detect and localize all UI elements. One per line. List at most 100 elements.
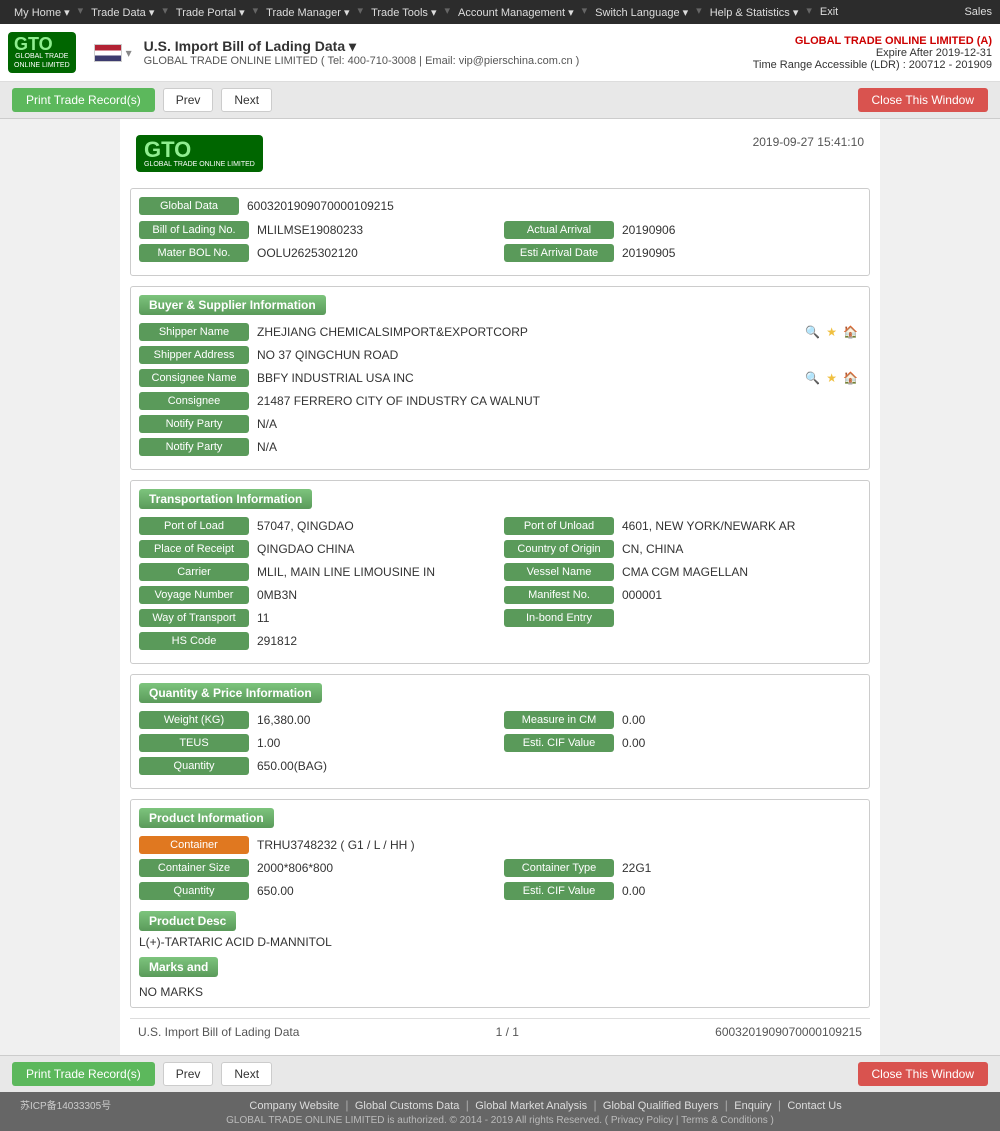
actual-arrival-label: Actual Arrival [504, 221, 614, 239]
product-info-section: Product Information Container TRHU374823… [130, 799, 870, 1008]
carrier-group: Carrier MLIL, MAIN LINE LIMOUSINE IN [139, 563, 496, 581]
nav-tradeportal[interactable]: Trade Portal ▾ [170, 4, 251, 21]
weight-measure-row: Weight (KG) 16,380.00 Measure in CM 0.00 [139, 711, 861, 729]
container-type-group: Container Type 22G1 [504, 859, 861, 877]
close-button-bottom[interactable]: Close This Window [858, 1062, 988, 1086]
quantity-row: Quantity 650.00(BAG) [139, 757, 861, 775]
prev-button-top[interactable]: Prev [163, 88, 214, 112]
footer-copyright: GLOBAL TRADE ONLINE LIMITED is authorize… [20, 1115, 980, 1126]
notify-party-label1: Notify Party [139, 415, 249, 433]
vessel-name-label: Vessel Name [504, 563, 614, 581]
country-of-origin-label: Country of Origin [504, 540, 614, 558]
prev-button-bottom[interactable]: Prev [163, 1062, 214, 1086]
consignee-search-icon[interactable]: 🔍 [805, 371, 820, 385]
notify-party-value2: N/A [257, 440, 861, 454]
footer-link-contact[interactable]: Contact Us [787, 1100, 841, 1112]
record-footer-page: 1 / 1 [496, 1025, 519, 1039]
beian: 苏ICP备14033305号 [20, 1097, 111, 1112]
print-button-bottom[interactable]: Print Trade Record(s) [12, 1062, 155, 1086]
shipper-search-icon[interactable]: 🔍 [805, 325, 820, 339]
quantity-price-section: Quantity & Price Information Weight (KG)… [130, 674, 870, 789]
bol-no-group: Bill of Lading No. MLILMSE19080233 [139, 221, 496, 239]
next-button-bottom[interactable]: Next [221, 1062, 272, 1086]
record-footer-right: 6003201909070000109215 [715, 1025, 862, 1039]
shipper-name-value: ZHEJIANG CHEMICALSIMPORT&EXPORTCORP [257, 325, 796, 339]
mater-bol-label: Mater BOL No. [139, 244, 249, 262]
shipper-icons: 🔍 ★ 🏠 [802, 325, 861, 339]
footer-link-company[interactable]: Company Website [249, 1100, 339, 1112]
transport-inbond-row: Way of Transport 11 In-bond Entry [139, 609, 861, 627]
shipper-name-row: Shipper Name ZHEJIANG CHEMICALSIMPORT&EX… [139, 323, 861, 341]
header: GTO GLOBAL TRADEONLINE LIMITED ▾ U.S. Im… [0, 24, 1000, 82]
quantity-label: Quantity [139, 757, 249, 775]
next-button-top[interactable]: Next [221, 88, 272, 112]
logo: GTO GLOBAL TRADEONLINE LIMITED [8, 32, 76, 73]
us-flag [94, 44, 122, 62]
time-range: Time Range Accessible (LDR) : 200712 - 2… [753, 59, 992, 71]
product-desc-label: Product Desc [139, 911, 236, 931]
nav-menu: My Home ▾ ▾ Trade Data ▾ ▾ Trade Portal … [8, 4, 844, 21]
consignee-star-icon[interactable]: ★ [826, 371, 837, 385]
consignee-home-icon[interactable]: 🏠 [843, 371, 858, 385]
port-of-load-value: 57047, QINGDAO [257, 519, 496, 533]
consignee-icons: 🔍 ★ 🏠 [802, 371, 861, 385]
footer-divider5: | [778, 1098, 784, 1112]
footer-link-market[interactable]: Global Market Analysis [475, 1100, 587, 1112]
esti-arrival-value: 20190905 [622, 246, 861, 260]
product-qty-value: 650.00 [257, 884, 496, 898]
company-name: GLOBAL TRADE ONLINE LIMITED (A) [753, 35, 992, 47]
footer: 苏ICP备14033305号 Company Website | Global … [0, 1092, 1000, 1131]
shipper-home-icon[interactable]: 🏠 [843, 325, 858, 339]
nav-tradedata[interactable]: Trade Data ▾ [85, 4, 160, 21]
marks-value: NO MARKS [139, 985, 861, 999]
notify-party-value1: N/A [257, 417, 861, 431]
nav-exit[interactable]: Exit [814, 4, 844, 21]
receipt-origin-row: Place of Receipt QINGDAO CHINA Country o… [139, 540, 861, 558]
nav-tradetools[interactable]: Trade Tools ▾ [365, 4, 442, 21]
nav-trademanager[interactable]: Trade Manager ▾ [260, 4, 355, 21]
container-label: Container [139, 836, 249, 854]
record-logo-text: GTO [144, 139, 255, 161]
print-button-top[interactable]: Print Trade Record(s) [12, 88, 155, 112]
record-timestamp: 2019-09-27 15:41:10 [753, 135, 864, 149]
footer-divider3: | [593, 1098, 599, 1112]
nav-helpstats[interactable]: Help & Statistics ▾ [704, 4, 805, 21]
container-size-label: Container Size [139, 859, 249, 877]
container-value: TRHU3748232 ( G1 / L / HH ) [257, 838, 861, 852]
voyage-number-group: Voyage Number 0MB3N [139, 586, 496, 604]
weight-value: 16,380.00 [257, 713, 496, 727]
nav-myhome[interactable]: My Home ▾ [8, 4, 76, 21]
way-of-transport-group: Way of Transport 11 [139, 609, 496, 627]
action-bar-bottom: Print Trade Record(s) Prev Next Close Th… [0, 1055, 1000, 1092]
marks-section: Marks and NO MARKS [139, 953, 861, 999]
transportation-title: Transportation Information [139, 489, 312, 509]
footer-divider2: | [466, 1098, 472, 1112]
nav-switchlang[interactable]: Switch Language ▾ [589, 4, 694, 21]
carrier-label: Carrier [139, 563, 249, 581]
product-desc-value: L(+)-TARTARIC ACID D-MANNITOL [139, 935, 861, 949]
footer-link-customs[interactable]: Global Customs Data [355, 1100, 460, 1112]
product-cif-group: Esti. CIF Value 0.00 [504, 882, 861, 900]
container-row: Container TRHU3748232 ( G1 / L / HH ) [139, 836, 861, 854]
voyage-manifest-row: Voyage Number 0MB3N Manifest No. 000001 [139, 586, 861, 604]
nav-accountmgmt[interactable]: Account Management ▾ [452, 4, 580, 21]
measure-cm-value: 0.00 [622, 713, 861, 727]
vessel-name-group: Vessel Name CMA CGM MAGELLAN [504, 563, 861, 581]
logo-text: GTO [14, 35, 70, 53]
footer-link-enquiry[interactable]: Enquiry [734, 1100, 771, 1112]
record-logo-sub: GLOBAL TRADE ONLINE LIMITED [144, 161, 255, 168]
consignee-name-row: Consignee Name BBFY INDUSTRIAL USA INC 🔍… [139, 369, 861, 387]
in-bond-entry-group: In-bond Entry [504, 609, 861, 627]
shipper-star-icon[interactable]: ★ [826, 325, 837, 339]
product-qty-group: Quantity 650.00 [139, 882, 496, 900]
close-button-top[interactable]: Close This Window [858, 88, 988, 112]
footer-link-buyers[interactable]: Global Qualified Buyers [603, 1100, 719, 1112]
bol-no-label: Bill of Lading No. [139, 221, 249, 239]
voyage-number-label: Voyage Number [139, 586, 249, 604]
product-desc-section: Product Desc L(+)-TARTARIC ACID D-MANNIT… [139, 905, 861, 949]
header-contact: GLOBAL TRADE ONLINE LIMITED ( Tel: 400-7… [144, 55, 580, 67]
manifest-no-value: 000001 [622, 588, 861, 602]
esti-arrival-group: Esti Arrival Date 20190905 [504, 244, 861, 262]
measure-cm-group: Measure in CM 0.00 [504, 711, 861, 729]
global-data-label: Global Data [139, 197, 239, 215]
